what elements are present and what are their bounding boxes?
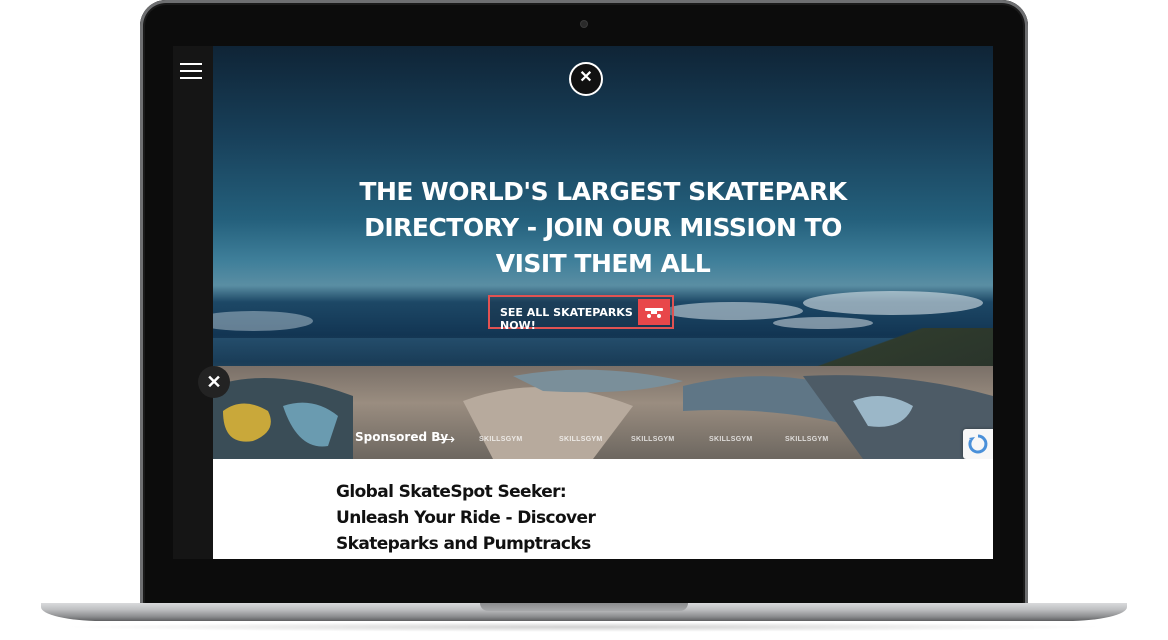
hero-headline: THE WORLD'S LARGEST SKATEPARK DIRECTORY … — [359, 177, 847, 278]
arrow-right-icon: ⟶ — [435, 431, 456, 447]
sponsor-logo[interactable]: SKILLSGYM — [631, 436, 675, 443]
see-all-skateparks-button[interactable]: SEE ALL SKATEPARKS NOW! — [488, 295, 674, 332]
browser-screen: ✕ THE WORLD'S LARGEST SKATEPARK DIRECTOR… — [173, 46, 993, 559]
hero-banner: ✕ THE WORLD'S LARGEST SKATEPARK DIRECTOR… — [213, 46, 993, 459]
skateboard-truck-icon — [638, 299, 670, 325]
sponsor-logo[interactable]: SKILLSGYM — [479, 436, 523, 443]
menu-bar — [180, 70, 202, 72]
sponsor-logo[interactable]: SKILLSGYM — [559, 436, 603, 443]
laptop-notch — [480, 603, 688, 611]
skatepark-logo-icon[interactable]: ✕ — [569, 62, 603, 96]
recaptcha-icon — [968, 434, 988, 454]
section-title: Global SkateSpot Seeker: Unleash Your Ri… — [336, 482, 596, 554]
menu-bar — [180, 63, 202, 65]
laptop-shadow — [60, 622, 1108, 632]
sponsor-logo[interactable]: SKILLSGYM — [785, 436, 829, 443]
side-rail — [173, 46, 213, 559]
camera-icon — [581, 21, 587, 27]
close-icon[interactable]: ✕ — [198, 366, 230, 398]
content-section: Global SkateSpot Seeker: Unleash Your Ri… — [213, 459, 993, 559]
sponsor-logos: SKILLSGYM SKILLSGYM SKILLSGYM SKILLSGYM … — [479, 436, 839, 448]
recaptcha-badge[interactable] — [963, 429, 993, 459]
hamburger-menu-button[interactable] — [180, 62, 204, 80]
sponsor-logo[interactable]: SKILLSGYM — [709, 436, 753, 443]
menu-bar — [180, 77, 202, 79]
